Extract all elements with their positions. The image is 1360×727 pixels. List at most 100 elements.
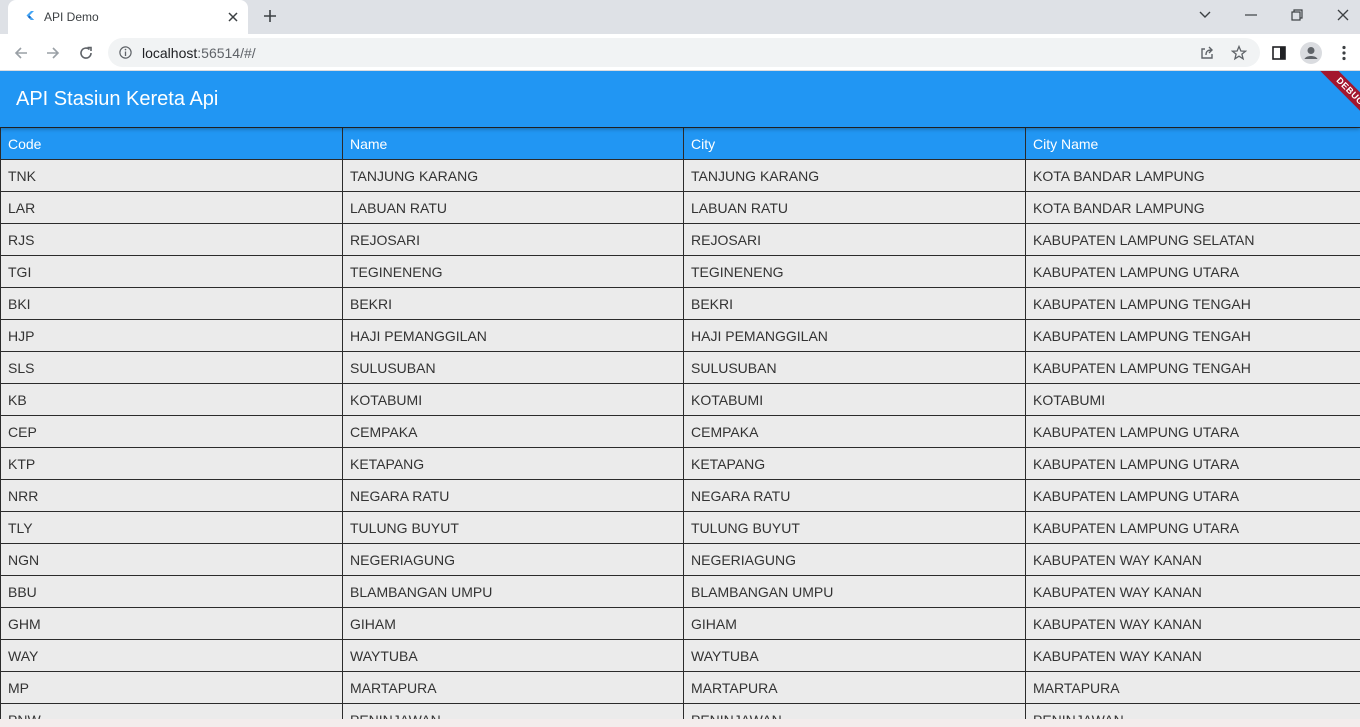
- cell-city-name: KABUPATEN LAMPUNG TENGAH: [1025, 287, 1360, 320]
- cell-name: BLAMBANGAN UMPU: [342, 575, 684, 608]
- new-tab-button[interactable]: [259, 6, 281, 28]
- column-header-city-name: City Name: [1025, 127, 1360, 160]
- table-header-row: Code Name City City Name: [0, 127, 1360, 160]
- cell-name: HAJI PEMANGGILAN: [342, 319, 684, 352]
- app-bar: API Stasiun Kereta Api: [0, 71, 1360, 127]
- cell-city-name: KABUPATEN LAMPUNG UTARA: [1025, 255, 1360, 288]
- cell-name: GIHAM: [342, 607, 684, 640]
- cell-name: BEKRI: [342, 287, 684, 320]
- cell-city-name: KABUPATEN LAMPUNG UTARA: [1025, 479, 1360, 512]
- close-tab-icon[interactable]: [224, 8, 242, 26]
- cell-city: KOTABUMI: [683, 383, 1026, 416]
- cell-code: MP: [0, 671, 343, 704]
- table-row: LAR LABUAN RATU LABUAN RATU KOTA BANDAR LAM…: [0, 191, 1360, 224]
- table-row: TLY TULUNG BUYUT TULUNG BUYUT KABUPATEN LAM…: [0, 511, 1360, 544]
- table-row: TGI TEGINENENG TEGINENENG KABUPATEN LAMPUNG…: [0, 255, 1360, 288]
- forward-icon[interactable]: [40, 40, 66, 66]
- table-row: NGN NEGERIAGUNG NEGERIAGUNG KABUPATEN WAY K…: [0, 543, 1360, 576]
- table-row: GHM GIHAM GIHAM KABUPATEN WAY KANAN: [0, 607, 1360, 640]
- cell-city: SULUSUBAN: [683, 351, 1026, 384]
- cell-city: TANJUNG KARANG: [683, 159, 1026, 192]
- share-icon[interactable]: [1194, 40, 1220, 66]
- cell-code: TNK: [0, 159, 343, 192]
- debug-banner: DEBUG: [1304, 71, 1360, 127]
- cell-code: NGN: [0, 543, 343, 576]
- cell-name: MARTAPURA: [342, 671, 684, 704]
- cell-city: MARTAPURA: [683, 671, 1026, 704]
- cell-city: BLAMBANGAN UMPU: [683, 575, 1026, 608]
- cell-name: CEMPAKA: [342, 415, 684, 448]
- cell-code: SLS: [0, 351, 343, 384]
- table-row: WAY WAYTUBA WAYTUBA KABUPATEN WAY KANAN: [0, 639, 1360, 672]
- cell-city-name: KOTABUMI: [1025, 383, 1360, 416]
- cell-code: BKI: [0, 287, 343, 320]
- cell-code: KB: [0, 383, 343, 416]
- debug-label: DEBUG: [1317, 71, 1360, 125]
- browser-toolbar: localhost:56514/#/: [0, 34, 1360, 71]
- page-title: API Stasiun Kereta Api: [16, 88, 219, 110]
- cell-city-name: KOTA BANDAR LAMPUNG: [1025, 191, 1360, 224]
- cell-name: WAYTUBA: [342, 639, 684, 672]
- cell-city-name: KABUPATEN LAMPUNG UTARA: [1025, 447, 1360, 480]
- cell-city-name: KABUPATEN LAMPUNG TENGAH: [1025, 351, 1360, 384]
- tab-search-icon[interactable]: [1182, 0, 1228, 30]
- cell-city-name: KOTA BANDAR LAMPUNG: [1025, 159, 1360, 192]
- restore-icon[interactable]: [1274, 0, 1320, 30]
- tab-title: API Demo: [44, 10, 99, 24]
- bottom-edge: [0, 719, 1360, 727]
- table-row: MP MARTAPURA MARTAPURA MARTAPURA: [0, 671, 1360, 704]
- site-info-icon[interactable]: [119, 46, 132, 59]
- table-row: BBU BLAMBANGAN UMPU BLAMBANGAN UMPU KABUPAT…: [0, 575, 1360, 608]
- cell-name: NEGARA RATU: [342, 479, 684, 512]
- cell-city-name: MARTAPURA: [1025, 671, 1360, 704]
- cell-code: HJP: [0, 319, 343, 352]
- flutter-icon: [22, 9, 38, 25]
- app-viewport: API Stasiun Kereta Api DEBUG Code Name C…: [0, 71, 1360, 727]
- cell-city-name: KABUPATEN LAMPUNG TENGAH: [1025, 319, 1360, 352]
- column-header-city: City: [683, 127, 1026, 160]
- close-window-icon[interactable]: [1320, 0, 1360, 30]
- table-row: RJS REJOSARI REJOSARI KABUPATEN LAMPUNG SEL…: [0, 223, 1360, 256]
- url-text: localhost:56514/#/: [142, 45, 256, 61]
- menu-kebab-icon[interactable]: [1331, 40, 1357, 66]
- cell-name: TANJUNG KARANG: [342, 159, 684, 192]
- column-header-name: Name: [342, 127, 684, 160]
- cell-code: BBU: [0, 575, 343, 608]
- cell-name: REJOSARI: [342, 223, 684, 256]
- cell-code: TLY: [0, 511, 343, 544]
- cell-city: GIHAM: [683, 607, 1026, 640]
- back-icon[interactable]: [8, 40, 34, 66]
- cell-code: WAY: [0, 639, 343, 672]
- browser-tab[interactable]: API Demo: [8, 0, 248, 34]
- table-row: SLS SULUSUBAN SULUSUBAN KABUPATEN LAMPUNG T…: [0, 351, 1360, 384]
- address-bar[interactable]: localhost:56514/#/: [108, 38, 1260, 67]
- cell-city-name: KABUPATEN WAY KANAN: [1025, 607, 1360, 640]
- table-body: TNK TANJUNG KARANG TANJUNG KARANG KOTA BAND…: [0, 159, 1360, 727]
- cell-name: TULUNG BUYUT: [342, 511, 684, 544]
- cell-city: KETAPANG: [683, 447, 1026, 480]
- table-row: KB KOTABUMI KOTABUMI KOTABUMI: [0, 383, 1360, 416]
- column-header-code: Code: [0, 127, 343, 160]
- profile-avatar-icon[interactable]: [1298, 40, 1324, 66]
- cell-code: GHM: [0, 607, 343, 640]
- table-row: NRR NEGARA RATU NEGARA RATU KABUPATEN LAMPU…: [0, 479, 1360, 512]
- cell-city-name: KABUPATEN WAY KANAN: [1025, 639, 1360, 672]
- cell-city: TULUNG BUYUT: [683, 511, 1026, 544]
- cell-city: CEMPAKA: [683, 415, 1026, 448]
- cell-city-name: KABUPATEN LAMPUNG UTARA: [1025, 511, 1360, 544]
- cell-name: KOTABUMI: [342, 383, 684, 416]
- cell-city: NEGARA RATU: [683, 479, 1026, 512]
- cell-city-name: KABUPATEN WAY KANAN: [1025, 543, 1360, 576]
- cell-code: CEP: [0, 415, 343, 448]
- browser-tab-strip: API Demo: [0, 0, 1360, 34]
- cell-code: LAR: [0, 191, 343, 224]
- cell-city: WAYTUBA: [683, 639, 1026, 672]
- cell-city-name: KABUPATEN LAMPUNG UTARA: [1025, 415, 1360, 448]
- table-row: HJP HAJI PEMANGGILAN HAJI PEMANGGILAN KABUP…: [0, 319, 1360, 352]
- reload-icon[interactable]: [73, 40, 99, 66]
- side-panel-icon[interactable]: [1266, 40, 1292, 66]
- bookmark-star-icon[interactable]: [1226, 40, 1252, 66]
- cell-name: TEGINENENG: [342, 255, 684, 288]
- cell-code: NRR: [0, 479, 343, 512]
- minimize-icon[interactable]: [1228, 0, 1274, 30]
